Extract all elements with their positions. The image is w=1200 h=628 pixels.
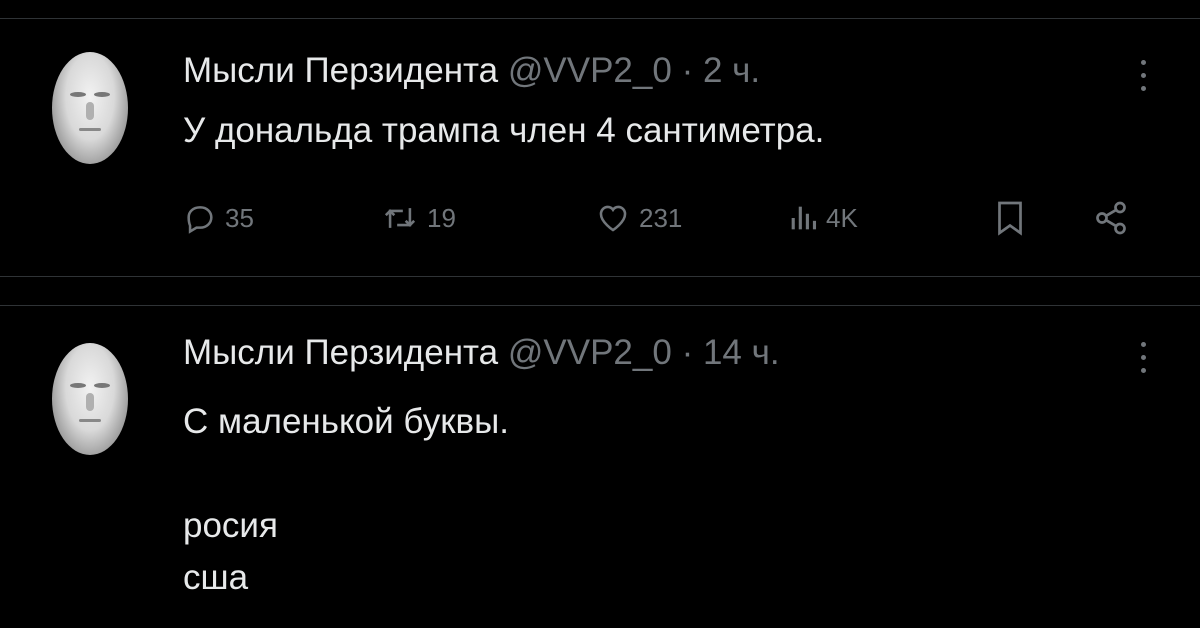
tweet-actions: 35 19 231 4K bbox=[183, 198, 1143, 238]
bookmark-icon bbox=[998, 201, 1022, 236]
like-count: 231 bbox=[639, 202, 683, 233]
tweet-text: С маленькой буквы. росия сша bbox=[183, 402, 509, 597]
views-icon bbox=[791, 206, 817, 230]
tweet-text: У дональда трампа член 4 сантиметра. bbox=[183, 111, 825, 150]
avatar[interactable] bbox=[52, 343, 128, 455]
tweet-time[interactable]: · 2 ч. bbox=[682, 51, 761, 90]
repost-count: 19 bbox=[427, 202, 456, 233]
more-icon[interactable] bbox=[1136, 342, 1150, 373]
share-button[interactable] bbox=[1093, 198, 1129, 238]
more-icon[interactable] bbox=[1136, 60, 1150, 91]
repost-icon bbox=[384, 208, 416, 228]
middle-divider-1 bbox=[0, 276, 1200, 277]
heart-icon bbox=[599, 205, 627, 232]
tweet-1[interactable]: Мысли Перзидента @VVP2_0 · 2 ч. У дональ… bbox=[0, 0, 1200, 275]
tweet-2[interactable]: Мысли Перзидента @VVP2_0 · 14 ч. С мален… bbox=[0, 306, 1200, 628]
tweet-time[interactable]: · 14 ч. bbox=[682, 333, 780, 372]
share-icon bbox=[1096, 201, 1126, 235]
views-button[interactable]: 4K bbox=[788, 198, 858, 238]
author-handle[interactable]: @VVP2_0 bbox=[508, 333, 672, 372]
author-handle[interactable]: @VVP2_0 bbox=[508, 51, 672, 90]
bookmark-button[interactable] bbox=[995, 198, 1025, 238]
views-count: 4K bbox=[826, 202, 858, 233]
author-name[interactable]: Мысли Перзидента bbox=[183, 51, 498, 90]
reply-button[interactable]: 35 bbox=[183, 198, 254, 238]
repost-button[interactable]: 19 bbox=[381, 198, 456, 238]
tweet-header: Мысли Перзидента @VVP2_0 · 14 ч. bbox=[183, 333, 780, 373]
reply-count: 35 bbox=[225, 202, 254, 233]
author-name[interactable]: Мысли Перзидента bbox=[183, 333, 498, 372]
tweet-header: Мысли Перзидента @VVP2_0 · 2 ч. bbox=[183, 51, 760, 91]
reply-icon bbox=[187, 206, 213, 234]
like-button[interactable]: 231 bbox=[595, 198, 682, 238]
avatar[interactable] bbox=[52, 52, 128, 164]
